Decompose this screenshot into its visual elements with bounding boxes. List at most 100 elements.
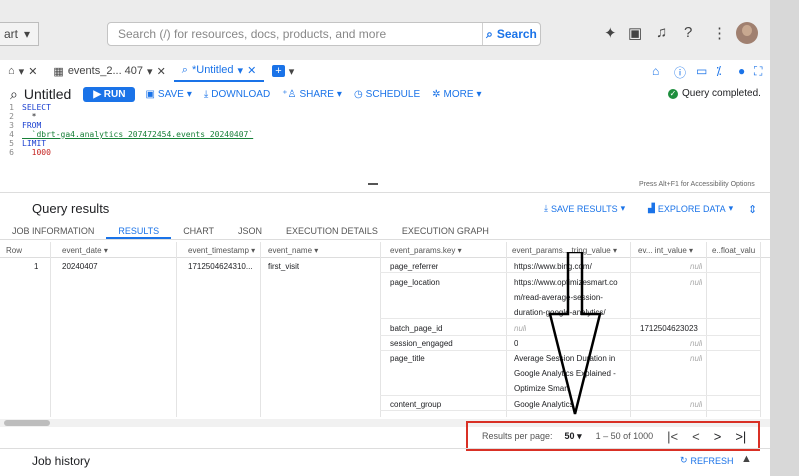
gemini-icon[interactable]: ✦ bbox=[604, 24, 617, 42]
cell-param-int[interactable]: null bbox=[684, 262, 702, 271]
download-button[interactable]: ⤓ DOWNLOAD bbox=[204, 89, 270, 100]
column-header-event-date[interactable]: event_date ▾ bbox=[56, 246, 174, 255]
project-label: art bbox=[4, 27, 19, 41]
code-line[interactable]: 1000 bbox=[22, 148, 51, 157]
chevron-down-icon: ▾ bbox=[147, 65, 153, 78]
code-line[interactable]: FROM bbox=[22, 121, 41, 130]
info-icon[interactable]: ⓘ bbox=[674, 64, 686, 81]
refresh-button[interactable]: ↻ REFRESH bbox=[680, 455, 734, 466]
top-bar: art ▾ Search (/) for resources, docs, pr… bbox=[0, 0, 770, 60]
table-header: Row event_date ▾ event_timestamp ▾ event… bbox=[0, 242, 770, 258]
save-button[interactable]: ▣ SAVE ▾ bbox=[145, 89, 191, 100]
cell-event-date[interactable]: 20240407 bbox=[56, 262, 98, 271]
scrollbar-thumb[interactable] bbox=[4, 420, 50, 426]
cell-param-string[interactable]: 0 bbox=[508, 339, 518, 348]
fullscreen-icon[interactable]: ⛶ bbox=[754, 64, 762, 79]
code-line[interactable]: LIMIT bbox=[22, 139, 46, 148]
help-icon[interactable]: ? bbox=[684, 24, 692, 41]
explore-data-button[interactable]: ▟ EXPLORE DATA ▾ bbox=[648, 203, 733, 214]
home-icon[interactable]: ⌂ bbox=[652, 64, 659, 78]
run-button[interactable]: ▶ RUN bbox=[83, 86, 136, 102]
refresh-icon: ↻ bbox=[680, 455, 688, 465]
explore-data-label: EXPLORE DATA bbox=[657, 203, 726, 214]
tab-chart[interactable]: CHART bbox=[171, 222, 226, 239]
first-page-icon[interactable]: |< bbox=[667, 429, 678, 444]
tab-untitled-query[interactable]: ⌕ *Untitled ▾ ✕ bbox=[173, 60, 265, 82]
line-number: 5 bbox=[9, 139, 14, 148]
query-results-title: Query results bbox=[32, 201, 110, 216]
cell-param-int[interactable]: null bbox=[684, 339, 702, 348]
more-button[interactable]: ✲ MORE ▾ bbox=[432, 89, 481, 100]
line-number: 2 bbox=[9, 112, 14, 121]
close-icon[interactable]: ✕ bbox=[247, 64, 256, 77]
tab-execution-details[interactable]: EXECUTION DETAILS bbox=[274, 222, 390, 239]
tab-results[interactable]: RESULTS bbox=[106, 222, 172, 239]
cell-param-key[interactable]: session_engaged bbox=[384, 339, 453, 348]
close-icon[interactable]: ✕ bbox=[157, 65, 166, 78]
magic-icon[interactable]: ⁒ bbox=[716, 64, 721, 78]
save-label: SAVE bbox=[157, 88, 184, 100]
cell-param-key[interactable]: page_title bbox=[384, 354, 425, 363]
code-line[interactable]: `dbrt-ga4.analytics_207472454.events_202… bbox=[22, 130, 254, 139]
cloud-shell-icon[interactable]: ▣ bbox=[628, 24, 642, 42]
avatar[interactable] bbox=[736, 22, 758, 44]
column-header-int-value[interactable]: ev... int_value ▾ bbox=[632, 246, 706, 255]
tab-execution-graph[interactable]: EXECUTION GRAPH bbox=[390, 222, 501, 239]
results-per-page-value: 50 bbox=[564, 430, 575, 441]
cell-param-key[interactable]: content_group bbox=[384, 400, 441, 409]
keyboard-icon[interactable]: ▭ bbox=[696, 64, 707, 78]
more-vert-icon[interactable]: ⋮ bbox=[712, 24, 727, 42]
cell-param-int[interactable]: null bbox=[684, 278, 702, 287]
cell-param-key[interactable]: page_location bbox=[384, 278, 440, 287]
share-label: SHARE bbox=[299, 88, 334, 100]
cell-event-timestamp[interactable]: 1712504624310... bbox=[182, 262, 260, 271]
results-per-page-select[interactable]: 50 ▾ bbox=[565, 431, 582, 442]
cell-param-int[interactable]: 1712504623023 bbox=[634, 324, 698, 333]
save-results-button[interactable]: ⤓ SAVE RESULTS ▾ bbox=[544, 203, 625, 214]
tab-home[interactable]: ⌂ ▾ ✕ bbox=[0, 60, 45, 82]
status-text: Query completed. bbox=[682, 88, 761, 99]
cell-param-string[interactable]: null bbox=[508, 324, 526, 333]
notifications-icon[interactable]: ♫ bbox=[656, 24, 667, 41]
code-line[interactable]: * bbox=[22, 112, 37, 121]
column-header-event-name[interactable]: event_name ▾ bbox=[262, 246, 378, 255]
sql-editor[interactable]: 1 SELECT 2 * 3 FROM 4 `dbrt-ga4.analytics_… bbox=[0, 103, 770, 183]
tab-events-table[interactable]: ▦ events_2... 407 ▾ ✕ bbox=[45, 60, 173, 82]
line-number: 4 bbox=[9, 130, 14, 139]
new-tab-button[interactable]: + ▾ bbox=[264, 60, 302, 82]
cell-param-int[interactable]: null bbox=[684, 400, 702, 409]
table-icon: ▦ bbox=[53, 65, 64, 78]
results-per-page-label: Results per page: bbox=[482, 431, 553, 441]
accessibility-hint: Press Alt+F1 for Accessibility Options bbox=[639, 181, 755, 188]
share-button[interactable]: ⁺♙ SHARE ▾ bbox=[282, 89, 342, 100]
chevron-down-icon: ▾ bbox=[237, 64, 244, 77]
search-button[interactable]: ⌕ Search bbox=[482, 23, 540, 45]
chevron-up-icon[interactable]: ▲ bbox=[741, 453, 752, 465]
bigquery-window: art ▾ Search (/) for resources, docs, pr… bbox=[0, 0, 770, 476]
resize-handle[interactable] bbox=[368, 183, 378, 185]
column-header-params-key[interactable]: event_params.key ▾ bbox=[384, 246, 506, 255]
cell-param-key[interactable]: page_referrer bbox=[384, 262, 438, 271]
query-title-text: Untitled bbox=[23, 86, 72, 102]
pagination-bar: Results per page: 50 ▾ 1 – 50 of 1000 |<… bbox=[466, 421, 760, 451]
tab-untitled-label: *Untitled bbox=[191, 64, 234, 76]
save-icon: ▣ bbox=[145, 88, 155, 100]
tab-job-information[interactable]: JOB INFORMATION bbox=[0, 222, 106, 239]
cell-param-key[interactable]: batch_page_id bbox=[384, 324, 443, 333]
schedule-button[interactable]: ◷ SCHEDULE bbox=[354, 89, 420, 100]
column-header-event-timestamp[interactable]: event_timestamp ▾ bbox=[182, 246, 262, 255]
column-header-label: event_name bbox=[268, 246, 313, 255]
cell-event-name[interactable]: first_visit bbox=[262, 262, 299, 271]
code-line[interactable]: SELECT bbox=[22, 103, 51, 112]
cell-param-int[interactable]: null bbox=[684, 354, 702, 363]
search-bar[interactable]: Search (/) for resources, docs, products… bbox=[107, 22, 541, 46]
bulb-icon[interactable]: ● bbox=[738, 64, 745, 78]
project-picker[interactable]: art ▾ bbox=[0, 22, 40, 46]
search-input[interactable]: Search (/) for resources, docs, products… bbox=[108, 27, 482, 41]
chart-icon: ▟ bbox=[648, 203, 655, 213]
previous-page-icon[interactable]: < bbox=[692, 429, 700, 444]
next-page-icon[interactable]: > bbox=[714, 429, 722, 444]
last-page-icon[interactable]: >| bbox=[735, 429, 746, 444]
expand-icon[interactable]: ⇕ bbox=[748, 203, 757, 216]
tab-json[interactable]: JSON bbox=[226, 222, 274, 239]
